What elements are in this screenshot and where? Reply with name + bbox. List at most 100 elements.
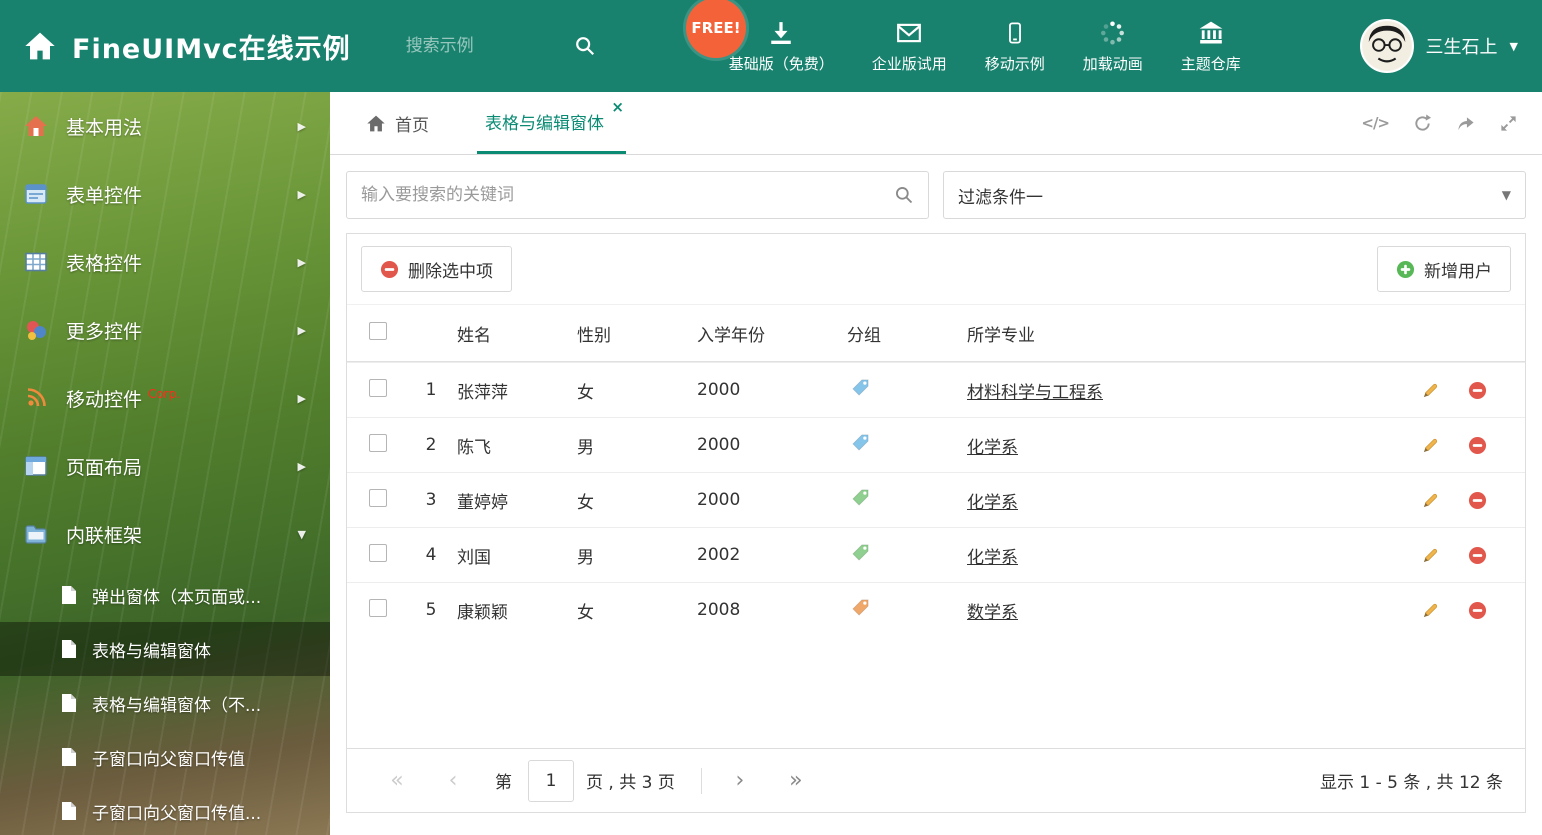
file-icon: [60, 585, 78, 605]
refresh-icon[interactable]: [1413, 113, 1432, 133]
corp-badge: Corp.: [148, 387, 181, 401]
home-icon[interactable]: [24, 30, 56, 62]
delete-row-icon[interactable]: [1468, 491, 1487, 510]
sidebar-item-basic-usage[interactable]: 基本用法 ▶: [0, 92, 330, 160]
cell-name: 陈飞: [457, 437, 491, 458]
cell-major: 化学系: [967, 488, 1405, 513]
page-number-input[interactable]: [528, 759, 574, 802]
column-header-gender[interactable]: 性别: [577, 321, 697, 346]
sidebar-item-form-controls[interactable]: 表单控件 ▶: [0, 160, 330, 228]
sidebar-subitem-popup-window[interactable]: 弹出窗体（本页面或...: [0, 568, 330, 622]
main-area: 首页 表格与编辑窗体 × </> 输入要搜索的关键词 过滤条件一 ▼ 删除选中项…: [330, 92, 1542, 835]
row-checkbox[interactable]: [369, 598, 387, 617]
app-title: FineUIMvc在线示例: [72, 33, 351, 65]
content: 过滤条件一 ▼ 删除选中项 新增用: [330, 155, 1542, 829]
delete-row-icon[interactable]: [1468, 546, 1487, 565]
table-row[interactable]: 2 陈飞 男 2000 化学系: [347, 417, 1525, 472]
major-link[interactable]: 化学系: [967, 438, 1018, 458]
edit-pencil-icon[interactable]: [1421, 601, 1440, 620]
delete-row-icon[interactable]: [1468, 436, 1487, 455]
edit-pencil-icon[interactable]: [1421, 491, 1440, 510]
page-prefix-label: 第: [495, 773, 512, 793]
prev-page-button[interactable]: ‹: [425, 768, 481, 793]
nav-item-loading-animation[interactable]: 加载动画: [1083, 18, 1143, 74]
table-row[interactable]: 5 康颖颖 女 2008 数学系: [347, 582, 1525, 637]
close-icon[interactable]: ×: [611, 100, 624, 115]
grid-panel: 删除选中项 新增用户 姓名 性别 入学年份 分组 所学专业 1 张萍萍 女 20…: [346, 233, 1526, 813]
table-empty-space: [347, 637, 1525, 748]
house-icon: [24, 114, 50, 138]
sidebar-item-page-layout[interactable]: 页面布局 ▶: [0, 432, 330, 500]
filter-row: 过滤条件一 ▼: [346, 171, 1526, 219]
file-icon: [60, 801, 78, 821]
tab-home[interactable]: 首页: [360, 92, 435, 154]
select-all-checkbox[interactable]: [369, 321, 387, 340]
sidebar-item-mobile-controls[interactable]: 移动控件 Corp. ▶: [0, 364, 330, 432]
cell-major: 数学系: [967, 598, 1405, 623]
sidebar-item-more-controls[interactable]: 更多控件 ▶: [0, 296, 330, 364]
keyword-search-input[interactable]: [361, 185, 894, 205]
header-search-input[interactable]: [405, 36, 566, 56]
nav-item-mobile-demo[interactable]: 移动示例: [985, 18, 1045, 74]
sidebar-subitem-child-to-parent[interactable]: 子窗口向父窗口传值: [0, 730, 330, 784]
row-number: 2: [425, 435, 437, 455]
form-icon: [24, 182, 50, 206]
mobile-icon: [1004, 18, 1026, 46]
sidebar-item-inline-frame[interactable]: 内联框架 ▼: [0, 500, 330, 568]
major-link[interactable]: 数学系: [967, 603, 1018, 623]
major-link[interactable]: 化学系: [967, 548, 1018, 568]
top-header: FineUIMvc在线示例 FREE! 基础版（免费） 企业版试用 移动示例: [0, 0, 1542, 92]
data-table: 姓名 性别 入学年份 分组 所学专业 1 张萍萍 女 2000 材料科学与工程系: [347, 304, 1525, 637]
sidebar-subitem-child-to-parent-2[interactable]: 子窗口向父窗口传值...: [0, 784, 330, 835]
column-header-year[interactable]: 入学年份: [697, 321, 847, 346]
major-link[interactable]: 化学系: [967, 493, 1018, 513]
sidebar-subitem-grid-edit-window[interactable]: 表格与编辑窗体: [0, 622, 330, 676]
edit-pencil-icon[interactable]: [1421, 546, 1440, 565]
table-row[interactable]: 1 张萍萍 女 2000 材料科学与工程系: [347, 362, 1525, 417]
column-header-major[interactable]: 所学专业: [967, 321, 1405, 346]
share-arrow-icon[interactable]: [1456, 114, 1475, 133]
search-icon[interactable]: [894, 185, 914, 205]
row-checkbox[interactable]: [369, 543, 387, 562]
table-header-row: 姓名 性别 入学年份 分组 所学专业: [347, 304, 1525, 362]
nav-item-enterprise-trial[interactable]: 企业版试用: [872, 18, 947, 74]
source-code-icon[interactable]: </>: [1361, 114, 1390, 132]
next-page-button[interactable]: ›: [712, 768, 768, 793]
cell-year: 2008: [697, 600, 741, 620]
envelope-icon: [895, 18, 923, 46]
first-page-button[interactable]: «: [369, 768, 425, 793]
sidebar-subitem-grid-edit-window-2[interactable]: 表格与编辑窗体（不...: [0, 676, 330, 730]
delete-row-icon[interactable]: [1468, 381, 1487, 400]
row-checkbox[interactable]: [369, 488, 387, 507]
filter-dropdown[interactable]: 过滤条件一 ▼: [943, 171, 1526, 219]
nav-item-label: 移动示例: [984, 55, 1045, 73]
nav-item-theme-store[interactable]: 主题仓库: [1181, 18, 1241, 74]
tag-icon: [851, 489, 870, 512]
edit-pencil-icon[interactable]: [1421, 436, 1440, 455]
column-header-group[interactable]: 分组: [847, 321, 967, 346]
delete-selected-button[interactable]: 删除选中项: [361, 246, 512, 292]
major-link[interactable]: 材料科学与工程系: [967, 383, 1103, 403]
user-menu[interactable]: 三生石上 ▼: [1359, 19, 1518, 73]
row-actions: [1405, 381, 1525, 400]
cell-gender: 男: [577, 547, 594, 568]
row-number: 5: [425, 600, 437, 620]
last-page-button[interactable]: »: [768, 768, 824, 793]
table-row[interactable]: 3 董婷婷 女 2000 化学系: [347, 472, 1525, 527]
sidebar-item-grid-controls[interactable]: 表格控件 ▶: [0, 228, 330, 296]
edit-pencil-icon[interactable]: [1421, 381, 1440, 400]
delete-row-icon[interactable]: [1468, 601, 1487, 620]
add-user-button[interactable]: 新增用户: [1377, 246, 1511, 292]
cell-gender: 女: [577, 602, 594, 623]
search-icon[interactable]: [574, 35, 596, 57]
expand-icon[interactable]: [1499, 114, 1518, 133]
column-header-name[interactable]: 姓名: [457, 321, 577, 346]
row-checkbox[interactable]: [369, 378, 387, 397]
table-row[interactable]: 4 刘国 男 2002 化学系: [347, 527, 1525, 582]
cell-major: 材料科学与工程系: [967, 378, 1405, 403]
row-checkbox[interactable]: [369, 433, 387, 452]
page-suffix-label: 页 , 共 3 页: [586, 773, 675, 793]
chevron-right-icon: ▶: [297, 323, 306, 337]
cell-name: 刘国: [457, 547, 491, 568]
tab-grid-edit-window[interactable]: 表格与编辑窗体 ×: [477, 92, 626, 154]
